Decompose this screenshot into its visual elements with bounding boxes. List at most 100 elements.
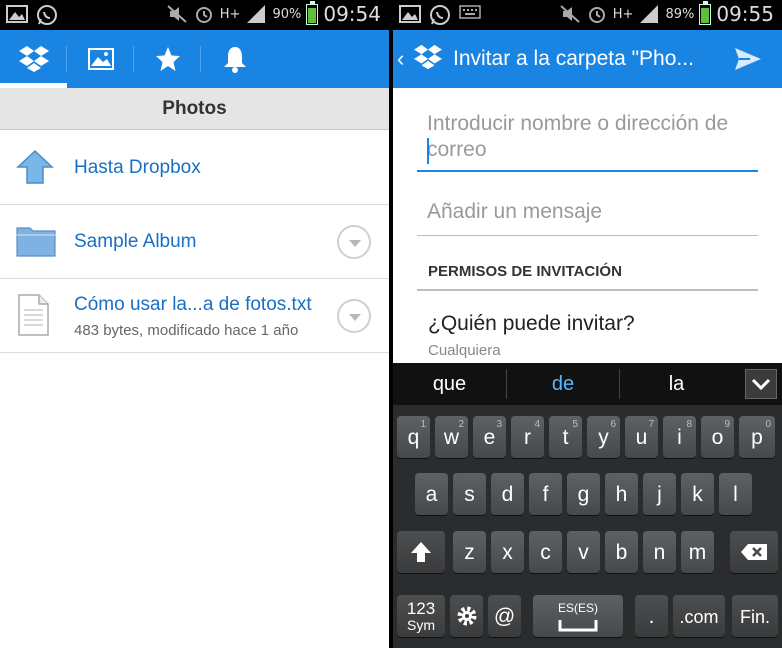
signal-icon: [638, 3, 660, 25]
text-cursor: [427, 138, 429, 164]
message-field[interactable]: Añadir un mensaje: [417, 196, 758, 236]
shift-key[interactable]: [397, 531, 445, 573]
bell-icon: [223, 47, 246, 73]
key-y[interactable]: 6y: [587, 416, 620, 458]
key-m[interactable]: m: [681, 531, 714, 573]
invite-folder-screen: H+ 89% 09:55 ‹ Invitar a la carpeta "Pho…: [393, 0, 782, 648]
space-key[interactable]: ES(ES): [533, 595, 623, 637]
tab-dropbox[interactable]: [0, 30, 67, 88]
dotcom-key[interactable]: .com: [673, 595, 725, 637]
email-placeholder-line2: correo: [427, 138, 487, 161]
who-can-invite-setting[interactable]: ¿Quién puede invitar?: [428, 312, 635, 336]
key-b[interactable]: b: [605, 531, 638, 573]
item-title: Sample Album: [74, 231, 197, 252]
key-w[interactable]: 2w: [435, 416, 468, 458]
key-o[interactable]: 9o: [701, 416, 734, 458]
key-s[interactable]: s: [453, 473, 486, 515]
mute-icon: [166, 3, 188, 25]
section-divider: [417, 289, 758, 291]
permissions-header: PERMISOS DE INVITACIÓN: [428, 263, 622, 280]
keyboard-notification-icon: [459, 4, 481, 26]
key-a[interactable]: a: [415, 473, 448, 515]
key-i[interactable]: 8i: [663, 416, 696, 458]
list-item-folder[interactable]: Sample Album: [0, 205, 389, 279]
clock: 09:55: [716, 2, 774, 26]
soft-keyboard: que de la 1q 2w 3e 4r 5t 6y 7u 8i 9o 0p …: [393, 363, 782, 648]
item-title: Hasta Dropbox: [74, 157, 201, 178]
alarm-icon: [586, 3, 608, 25]
message-placeholder: Añadir un mensaje: [427, 200, 603, 223]
item-options-button[interactable]: [337, 225, 371, 259]
status-bar: H+ 89% 09:55: [393, 0, 782, 30]
text-file-icon: [18, 294, 49, 336]
backspace-icon: [741, 544, 767, 560]
suggestion-2[interactable]: de: [507, 363, 619, 405]
suggestion-3[interactable]: la: [620, 363, 733, 405]
backspace-key[interactable]: [730, 531, 778, 573]
dropbox-icon: [18, 46, 49, 72]
who-can-invite-value: Cualquiera: [428, 342, 501, 359]
battery-percent: 89%: [665, 6, 695, 22]
back-chevron-icon[interactable]: ‹: [397, 46, 404, 72]
item-options-button[interactable]: [337, 299, 371, 333]
settings-key[interactable]: [450, 595, 483, 637]
key-v[interactable]: v: [567, 531, 600, 573]
network-type: H+: [219, 6, 241, 22]
space-icon: [558, 620, 598, 632]
at-key[interactable]: @: [488, 595, 521, 637]
done-key[interactable]: Fin.: [732, 595, 778, 637]
key-u[interactable]: 7u: [625, 416, 658, 458]
dropbox-icon[interactable]: [413, 44, 443, 70]
key-j[interactable]: j: [643, 473, 676, 515]
tab-favorites[interactable]: [134, 30, 201, 88]
folder-title: Photos: [0, 88, 389, 130]
key-g[interactable]: g: [567, 473, 600, 515]
collapse-suggestions-button[interactable]: [745, 369, 777, 399]
tab-notifications[interactable]: [201, 30, 268, 88]
item-subtitle: 483 bytes, modificado hace 1 año: [74, 322, 299, 339]
key-r[interactable]: 4r: [511, 416, 544, 458]
whatsapp-notification-icon: [36, 4, 58, 26]
key-k[interactable]: k: [681, 473, 714, 515]
key-n[interactable]: n: [643, 531, 676, 573]
key-c[interactable]: c: [529, 531, 562, 573]
battery-icon: [699, 0, 712, 25]
shift-icon: [411, 542, 431, 562]
up-arrow-icon: [16, 149, 54, 184]
item-title: Cómo usar la...a de fotos.txt: [74, 294, 312, 315]
whatsapp-notification-icon: [429, 4, 451, 26]
dropbox-browser-screen: H+ 90% 09:54 Photos Hasta Dropbox Sample…: [0, 0, 389, 648]
status-bar: H+ 90% 09:54: [0, 0, 389, 30]
key-q[interactable]: 1q: [397, 416, 430, 458]
battery-icon: [306, 0, 319, 25]
battery-percent: 90%: [272, 6, 302, 22]
key-l[interactable]: l: [719, 473, 752, 515]
key-x[interactable]: x: [491, 531, 524, 573]
gallery-notification-icon: [6, 4, 28, 26]
suggestion-1[interactable]: que: [393, 363, 506, 405]
folder-icon: [16, 227, 56, 257]
list-item-parent[interactable]: Hasta Dropbox: [0, 131, 389, 205]
signal-icon: [245, 3, 267, 25]
suggestion-bar: que de la: [393, 363, 782, 405]
key-z[interactable]: z: [453, 531, 486, 573]
key-h[interactable]: h: [605, 473, 638, 515]
key-e[interactable]: 3e: [473, 416, 506, 458]
action-bar: ‹ Invitar a la carpeta "Pho...: [393, 30, 782, 88]
network-type: H+: [612, 6, 634, 22]
key-t[interactable]: 5t: [549, 416, 582, 458]
list-item-file[interactable]: Cómo usar la...a de fotos.txt 483 bytes,…: [0, 279, 389, 353]
star-icon: [155, 47, 180, 71]
gear-icon: [457, 606, 476, 626]
mute-icon: [559, 3, 581, 25]
key-d[interactable]: d: [491, 473, 524, 515]
tab-photos[interactable]: [67, 30, 134, 88]
email-field[interactable]: Introducir nombre o dirección de correo: [417, 108, 758, 172]
key-p[interactable]: 0p: [739, 416, 775, 458]
symbols-key[interactable]: 123 Sym: [397, 595, 445, 637]
clock: 09:54: [323, 2, 381, 26]
screen-title: Invitar a la carpeta "Pho...: [453, 47, 694, 70]
send-icon[interactable]: [734, 46, 762, 72]
key-f[interactable]: f: [529, 473, 562, 515]
period-key[interactable]: .: [635, 595, 668, 637]
